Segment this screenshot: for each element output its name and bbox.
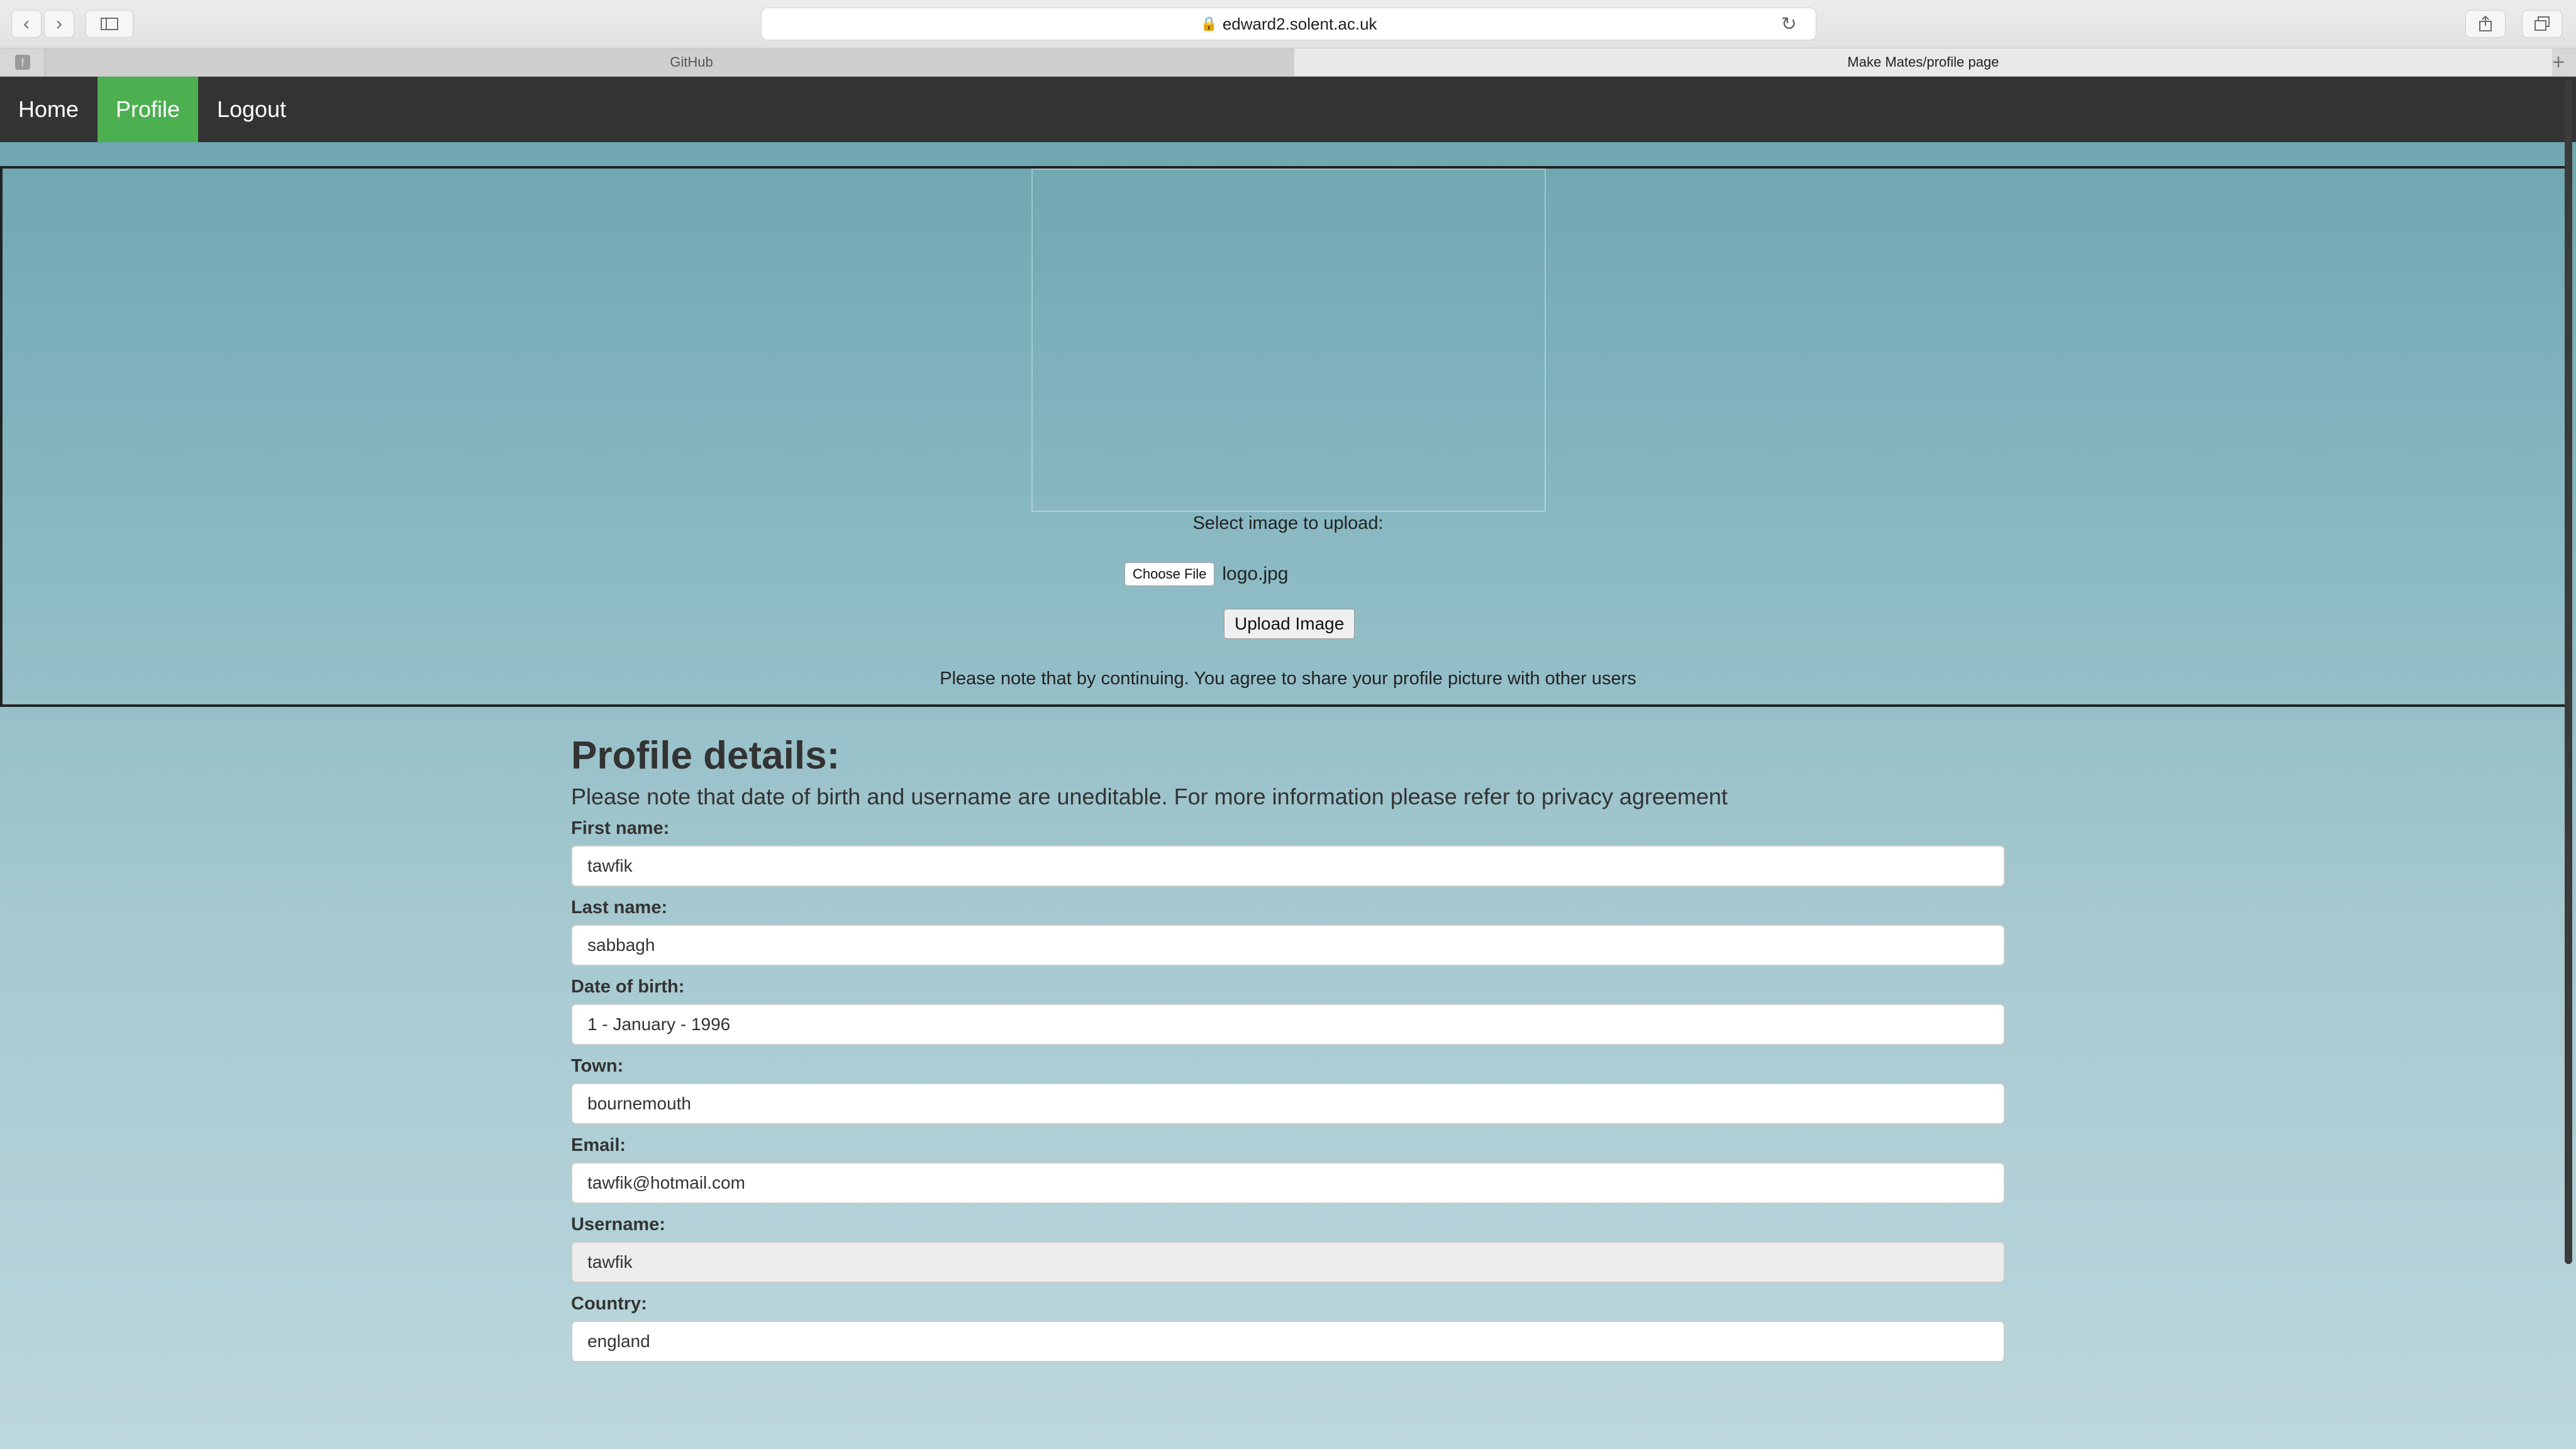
profile-title: Profile details:	[571, 734, 840, 777]
choose-file-button[interactable]: Choose File	[1124, 562, 1215, 586]
field-country: Country: england	[571, 1292, 2005, 1362]
tab-bar: f GitHub Make Mates/profile page +	[0, 48, 2576, 77]
last-name-label: Last name:	[571, 897, 668, 918]
profile-image-preview	[1031, 169, 1546, 512]
page-viewport: Home Profile Logout Select image to uplo…	[0, 77, 2576, 1449]
town-label: Town:	[571, 1056, 624, 1076]
tab-github[interactable]: GitHub	[45, 48, 1338, 76]
page-scrollbar[interactable]	[2561, 77, 2576, 1449]
nav-logout-link[interactable]: Logout	[198, 77, 305, 142]
share-icon[interactable]	[2465, 10, 2506, 38]
field-username: Username: tawfik	[571, 1213, 2005, 1283]
field-email: Email: tawfik@hotmail.com	[571, 1133, 2005, 1204]
nav-profile-link[interactable]: Profile	[97, 77, 198, 142]
email-input[interactable]: tawfik@hotmail.com	[571, 1162, 2005, 1204]
address-bar[interactable]: 🔒 edward2.solent.ac.uk ↻	[761, 8, 1816, 40]
field-town: Town: bournemouth	[571, 1054, 2005, 1124]
email-label: Email:	[571, 1135, 626, 1155]
pinned-tab-icon[interactable]: f	[0, 48, 45, 76]
country-input[interactable]: england	[571, 1321, 2005, 1362]
lock-icon: 🔒	[1200, 16, 1218, 31]
file-input-row: Choose File logo.jpg	[1124, 562, 1288, 586]
url-text: edward2.solent.ac.uk	[1222, 14, 1377, 33]
browser-toolbar: ‹ › 🔒 edward2.solent.ac.uk ↻	[0, 0, 2576, 48]
profile-details-form: Profile details: Please note that date o…	[571, 731, 2005, 1362]
reload-icon[interactable]: ↻	[1781, 13, 1797, 35]
date-of-birth-label: Date of birth:	[571, 977, 685, 997]
new-tab-icon[interactable]: +	[2541, 48, 2576, 76]
upload-notice: Please note that by continuing. You agre…	[940, 669, 1636, 689]
date-of-birth-input[interactable]: 1 - January - 1996	[571, 1004, 2005, 1045]
town-input[interactable]: bournemouth	[571, 1083, 2005, 1124]
field-first-name: First name: tawfik	[571, 816, 2005, 887]
country-label: Country:	[571, 1294, 647, 1314]
nav-home-link[interactable]: Home	[0, 77, 97, 142]
tab-profile-page[interactable]: Make Mates/profile page	[1294, 48, 2552, 76]
last-name-input[interactable]: sabbagh	[571, 924, 2005, 966]
select-image-label: Select image to upload:	[1192, 513, 1384, 533]
sidebar-icon[interactable]	[86, 10, 133, 38]
privacy-note: Please note that date of birth and usern…	[571, 784, 1728, 809]
username-input: tawfik	[571, 1241, 2005, 1283]
tabs-overview-icon[interactable]	[2522, 10, 2562, 38]
field-date-of-birth: Date of birth: 1 - January - 1996	[571, 975, 2005, 1045]
first-name-label: First name:	[571, 818, 670, 838]
first-name-input[interactable]: tawfik	[571, 845, 2005, 887]
top-navbar: Home Profile Logout	[0, 77, 2576, 142]
username-label: Username:	[571, 1214, 665, 1235]
upload-image-button[interactable]: Upload Image	[1224, 609, 1355, 639]
upload-section: Select image to upload: Choose File logo…	[0, 166, 2571, 707]
forward-icon[interactable]: ›	[44, 10, 74, 38]
back-icon[interactable]: ‹	[11, 10, 42, 38]
scrollbar-thumb[interactable]	[2565, 79, 2572, 1264]
field-last-name: Last name: sabbagh	[571, 896, 2005, 966]
selected-file-name: logo.jpg	[1222, 564, 1289, 584]
